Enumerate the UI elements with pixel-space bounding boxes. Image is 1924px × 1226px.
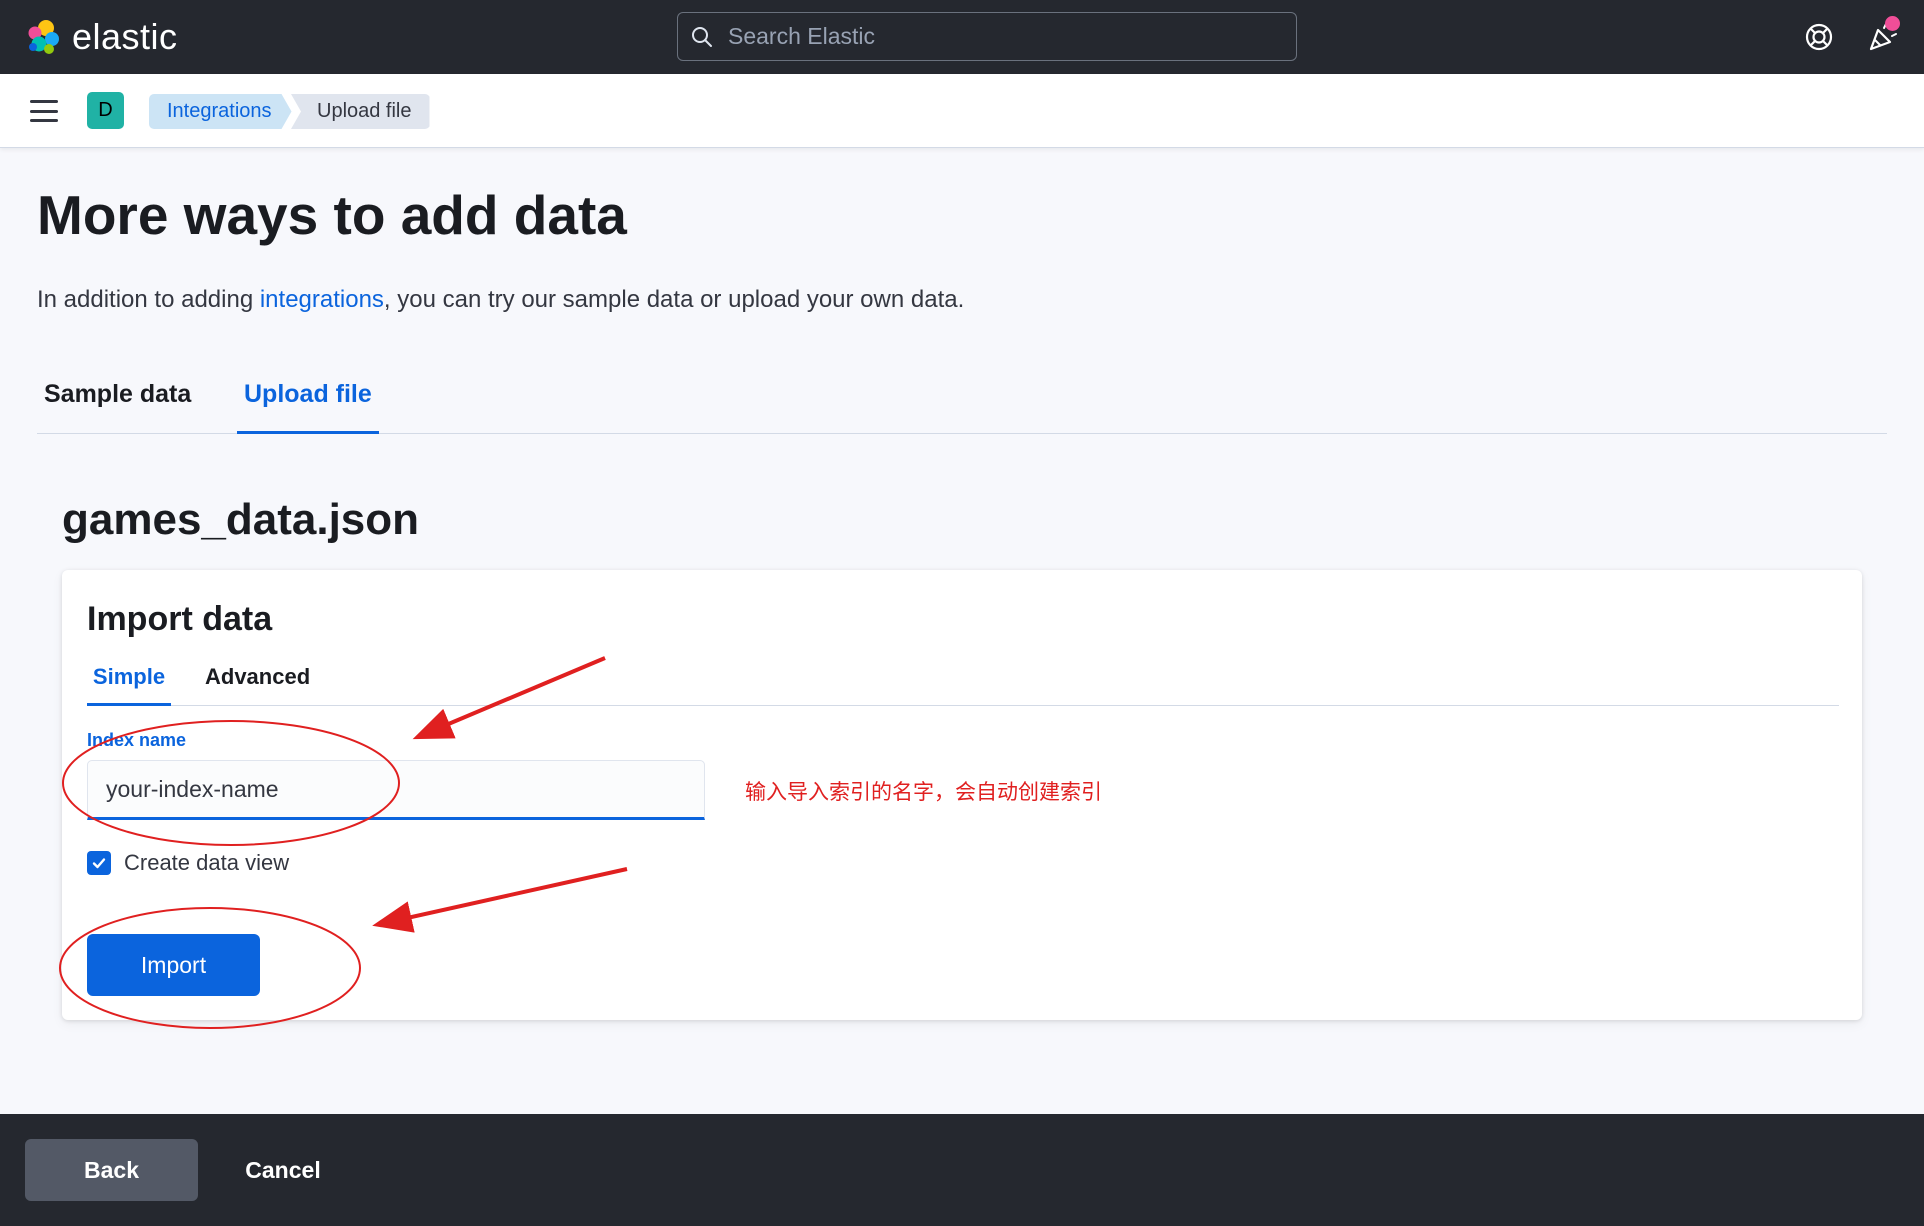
search-input[interactable] xyxy=(728,23,1268,50)
intro-text-after: , you can try our sample data or upload … xyxy=(383,286,965,313)
notification-dot xyxy=(1885,16,1900,31)
back-button[interactable]: Back xyxy=(25,1139,198,1201)
import-button[interactable]: Import xyxy=(87,934,260,996)
index-name-input[interactable] xyxy=(106,775,686,803)
brand-name: elastic xyxy=(72,16,178,57)
import-mode-tabs: Simple Advanced xyxy=(87,654,1839,706)
page-title: More ways to add data xyxy=(37,184,627,246)
index-name-field[interactable] xyxy=(87,760,705,820)
panel-title: Import data xyxy=(87,600,273,638)
page-description: In addition to adding integrations, you … xyxy=(37,286,964,314)
cancel-button[interactable]: Cancel xyxy=(218,1139,348,1201)
global-search[interactable] xyxy=(677,12,1297,61)
intro-text-before: In addition to adding xyxy=(37,286,260,313)
search-icon xyxy=(692,26,712,47)
file-name-heading: games_data.json xyxy=(62,495,420,544)
tab-simple[interactable]: Simple xyxy=(87,664,171,706)
breadcrumb-upload-file: Upload file xyxy=(291,94,430,129)
space-avatar[interactable]: D xyxy=(87,92,124,129)
data-source-tabs: Sample data Upload file xyxy=(37,366,1887,434)
elastic-logo-icon xyxy=(28,20,59,54)
tab-upload-file[interactable]: Upload file xyxy=(237,380,379,434)
menu-icon[interactable] xyxy=(30,100,58,122)
top-header: elastic xyxy=(0,0,1924,74)
create-data-view-option[interactable]: Create data view xyxy=(87,850,289,876)
create-data-view-checkbox[interactable] xyxy=(87,851,111,875)
integrations-link[interactable]: integrations xyxy=(260,286,384,313)
index-name-label: Index name xyxy=(87,730,187,750)
breadcrumb-bar: D Integrations Upload file xyxy=(0,74,1924,148)
create-data-view-label: Create data view xyxy=(124,850,290,875)
tab-advanced[interactable]: Advanced xyxy=(205,664,310,706)
check-icon xyxy=(92,858,106,869)
tab-sample-data[interactable]: Sample data xyxy=(37,380,198,434)
elastic-logo[interactable]: elastic xyxy=(24,16,178,58)
annotation-note: 输入导入索引的名字，会自动创建索引 xyxy=(745,781,1102,804)
breadcrumb-integrations[interactable]: Integrations xyxy=(149,94,292,129)
import-panel: Import data Simple Advanced Index name 输… xyxy=(62,570,1862,1020)
help-icon[interactable] xyxy=(1804,22,1834,52)
bottom-bar: Back Cancel xyxy=(0,1114,1924,1226)
